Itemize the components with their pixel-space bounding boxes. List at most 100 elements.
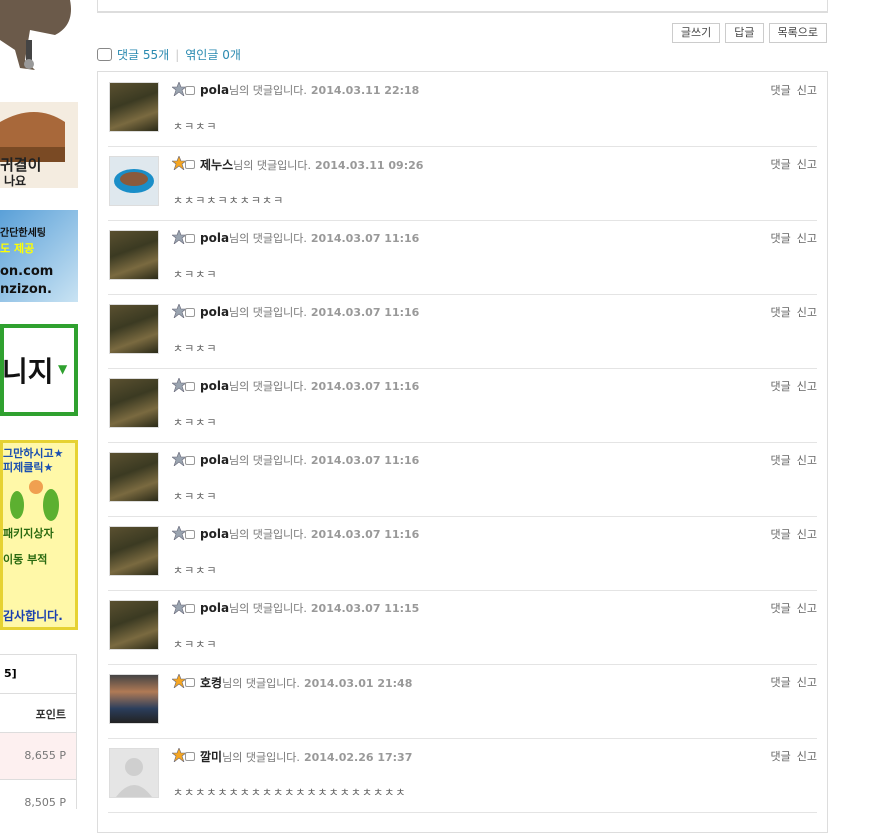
author-name[interactable]: pola [200, 305, 229, 319]
divider: | [175, 47, 180, 62]
avatar[interactable] [109, 600, 159, 650]
comment-reply-link[interactable]: 댓글 [771, 750, 791, 763]
comment-reply-link[interactable]: 댓글 [771, 158, 791, 171]
reply-button[interactable]: 답글 [725, 23, 764, 43]
comment-actions: 댓글 신고 [765, 674, 818, 690]
comment-report-link[interactable]: 신고 [797, 306, 817, 319]
avatar[interactable] [109, 378, 159, 428]
comment-report-link[interactable]: 신고 [797, 454, 817, 467]
author-name[interactable]: 제누스 [200, 158, 233, 172]
comment-reply-link[interactable]: 댓글 [771, 528, 791, 541]
comment-date: 2014.03.07 11:16 [310, 454, 420, 467]
list-button[interactable]: 목록으로 [768, 23, 827, 43]
write-button[interactable]: 글쓰기 [671, 23, 721, 43]
trackbacks-count-link[interactable]: 엮인글 0개 [185, 46, 241, 63]
ranking-row[interactable]: 8,505 P [0, 780, 76, 809]
comment-report-link[interactable]: 신고 [797, 380, 817, 393]
comment-meta: 제누스님의 댓글입니다. 2014.03.11 09:26 [200, 156, 423, 173]
author-name[interactable]: pola [200, 379, 229, 393]
comment-reply-link[interactable]: 댓글 [771, 84, 791, 97]
comment-actions: 댓글 신고 [765, 378, 818, 394]
comment-item: 깔미님의 댓글입니다. 2014.02.26 17:37 댓글 신고 ㅊㅊㅊㅊㅊㅊㅊㅊㅊ… [108, 738, 817, 813]
comment-item: pola님의 댓글입니다. 2014.03.07 11:15 댓글 신고 ㅊㅋㅊㅋ [108, 590, 817, 665]
banner-subtext: 나요 [4, 174, 27, 188]
author-name[interactable]: pola [200, 231, 229, 245]
comment-item: 제누스님의 댓글입니다. 2014.03.11 09:26 댓글 신고 ㅊㅊㅋㅊㅋㅊㅊㅋ… [108, 146, 817, 221]
avatar[interactable] [109, 674, 159, 724]
bird-icon [0, 0, 71, 70]
comment-date: 2014.03.07 11:16 [310, 528, 420, 541]
banner-yellow[interactable]: 그만하시고★ 피제클릭★ 패키지상자 이동 부적 감사합니다. [0, 440, 78, 630]
default-avatar-icon [116, 758, 152, 797]
ranking-points: 8,655 P [24, 749, 66, 762]
level-badge-icon [185, 678, 195, 687]
banner-top[interactable] [0, 0, 78, 72]
comment-text: ㅊㅊㅊㅊㅊㅊㅊㅊㅊㅊㅊㅊㅊㅊㅊㅊㅊㅊㅊㅊㅊ [173, 786, 407, 799]
leaf-icon [10, 480, 59, 521]
speech-bubble-icon [97, 48, 112, 61]
post-content-box [97, 0, 828, 13]
comment-item: pola님의 댓글입니다. 2014.03.07 11:16 댓글 신고 ㅊㅋㅊㅋ [108, 516, 817, 591]
banner-line: nzizon. [0, 282, 52, 297]
comment-date: 2014.02.26 17:37 [303, 751, 413, 764]
left-banner-column: 귀결이 나요 간단한세팅 도 제공 on.com nzizon. 니지 ▼ 그만… [0, 0, 78, 809]
author-name[interactable]: pola [200, 601, 229, 615]
comment-reply-link[interactable]: 댓글 [771, 380, 791, 393]
author-name[interactable]: pola [200, 527, 229, 541]
avatar[interactable] [109, 452, 159, 502]
level-badge-icon [185, 308, 195, 317]
comment-reply-link[interactable]: 댓글 [771, 306, 791, 319]
avatar[interactable] [109, 748, 159, 798]
comment-date: 2014.03.07 11:16 [310, 306, 420, 319]
comment-date: 2014.03.11 22:18 [310, 84, 420, 97]
comment-text: ㅊㅋㅊㅋ [173, 564, 218, 577]
banner-line: 패키지상자 [3, 527, 54, 540]
comment-meta: 깔미님의 댓글입니다. 2014.02.26 17:37 [200, 748, 412, 765]
banner-line: 도 제공 [0, 242, 35, 255]
comment-report-link[interactable]: 신고 [797, 84, 817, 97]
banner-chest[interactable]: 귀결이 나요 [0, 102, 78, 188]
avatar[interactable] [109, 82, 159, 132]
comment-report-link[interactable]: 신고 [797, 750, 817, 763]
comment-report-link[interactable]: 신고 [797, 602, 817, 615]
ranking-title: 5] [0, 655, 76, 694]
comment-report-link[interactable]: 신고 [797, 232, 817, 245]
author-name[interactable]: pola [200, 453, 229, 467]
level-star-icon [172, 748, 186, 762]
comments-count-link[interactable]: 댓글 55개 [117, 46, 169, 63]
comment-item: pola님의 댓글입니다. 2014.03.07 11:16 댓글 신고 ㅊㅋㅊㅋ [108, 294, 817, 369]
comment-report-link[interactable]: 신고 [797, 528, 817, 541]
banner-green[interactable]: 니지 ▼ [0, 324, 78, 416]
avatar[interactable] [109, 526, 159, 576]
comment-reply-link[interactable]: 댓글 [771, 454, 791, 467]
author-name[interactable]: 깔미 [200, 750, 222, 764]
comment-suffix: 님의 댓글입니다. [222, 751, 300, 764]
level-star-icon [172, 674, 186, 688]
level-star-icon [172, 230, 186, 244]
author-name[interactable]: 호켱 [200, 676, 222, 690]
comment-date: 2014.03.11 09:26 [314, 159, 424, 172]
author-name[interactable]: pola [200, 83, 229, 97]
comment-text: ㅊㅊㅋㅊㅋㅊㅊㅋㅊㅋ [173, 194, 285, 207]
comment-list: pola님의 댓글입니다. 2014.03.11 22:18 댓글 신고 ㅊㅋㅊㅋ 제누스… [97, 71, 828, 833]
comment-report-link[interactable]: 신고 [797, 676, 817, 689]
comment-date: 2014.03.07 11:16 [310, 380, 420, 393]
level-star-icon [172, 452, 186, 466]
banner-line: 이동 부적 [3, 553, 48, 566]
ranking-row[interactable]: 8,655 P [0, 733, 76, 780]
comment-reply-link[interactable]: 댓글 [771, 602, 791, 615]
banner-line: 피제클릭★ [3, 461, 54, 474]
banner-site[interactable]: 간단한세팅 도 제공 on.com nzizon. [0, 210, 78, 302]
banner-line: on.com [0, 264, 54, 279]
comment-suffix: 님의 댓글입니다. [233, 159, 311, 172]
level-star-icon [172, 156, 186, 170]
level-badge-icon [185, 752, 195, 761]
level-star-icon [172, 526, 186, 540]
comment-reply-link[interactable]: 댓글 [771, 676, 791, 689]
comment-reply-link[interactable]: 댓글 [771, 232, 791, 245]
post-toolbar: 글쓰기 답글 목록으로 [671, 23, 827, 43]
avatar[interactable] [109, 156, 159, 206]
avatar[interactable] [109, 304, 159, 354]
avatar[interactable] [109, 230, 159, 280]
comment-report-link[interactable]: 신고 [797, 158, 817, 171]
